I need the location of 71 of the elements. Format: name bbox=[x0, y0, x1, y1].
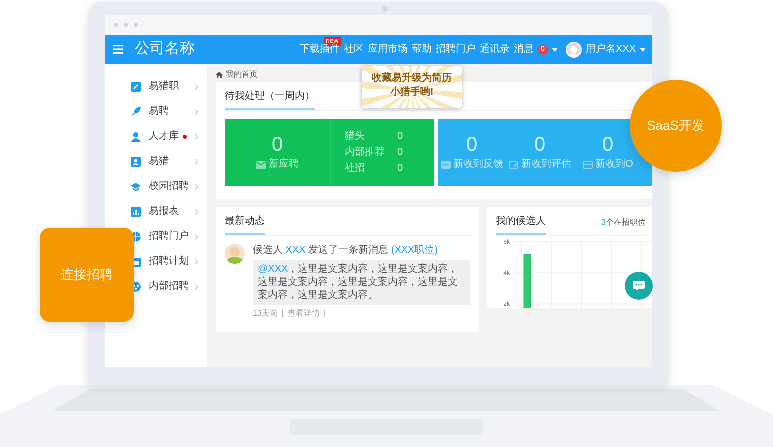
message-text: @XXX，这里是文案内容，这里是文案内容，这里是文案内容，这里是文案内容，这里是文案内容，这里是文案内容。 bbox=[253, 260, 470, 305]
avatar-icon bbox=[566, 42, 582, 58]
sidebar-item[interactable]: 易猎职 bbox=[105, 74, 207, 99]
chevron-icon bbox=[195, 84, 199, 90]
position-link[interactable]: (XXX职位) bbox=[391, 245, 438, 256]
actor-link[interactable]: XXX bbox=[286, 245, 306, 256]
graduation-cap-icon bbox=[131, 182, 141, 192]
timestamp: 13天前 bbox=[253, 308, 278, 320]
breakdown-value: 0 bbox=[397, 146, 403, 160]
chevron-icon bbox=[195, 158, 199, 164]
edit-icon bbox=[508, 160, 518, 168]
sidebar-item[interactable]: 易报表 bbox=[105, 199, 207, 224]
tooltip-text: 收藏易升级为简历 bbox=[371, 72, 453, 86]
chevron-icon bbox=[195, 184, 199, 190]
chevron-icon bbox=[195, 134, 199, 140]
username-link[interactable]: 用户名XXX bbox=[586, 42, 636, 57]
card-title: 待我处理（一周内） bbox=[225, 82, 315, 110]
breakdown-value: 0 bbox=[397, 130, 403, 144]
promo-toast: 连接招聘 bbox=[40, 228, 134, 322]
tile-label: 新收到评估 bbox=[522, 158, 572, 172]
company-name: 公司名称 bbox=[135, 39, 195, 60]
chevron-icon bbox=[195, 258, 199, 264]
home-icon bbox=[216, 72, 223, 78]
id-card-icon bbox=[131, 156, 141, 166]
nav-link-item[interactable]: 社区 bbox=[344, 42, 364, 57]
breakdown-label: 社招 bbox=[345, 162, 365, 176]
sidebar-item[interactable]: 人才库 bbox=[105, 124, 207, 149]
count-value: 0 bbox=[602, 133, 614, 157]
tile-label: 新收到反馈 bbox=[454, 158, 504, 172]
caret-icon[interactable] bbox=[640, 48, 646, 52]
card-icon bbox=[582, 160, 593, 168]
count-value: 0 bbox=[466, 133, 478, 157]
sidebar-item[interactable]: 校园招聘 bbox=[105, 174, 207, 199]
breakdown-label: 内部推荐 bbox=[345, 146, 385, 160]
tooltip-text: 小猎手哟! bbox=[389, 86, 435, 100]
activity-text: 候选人 XXX 发送了一条新消息 (XXX职位) bbox=[253, 244, 440, 257]
chart-bar bbox=[524, 254, 532, 308]
details-link[interactable]: 查看详情 bbox=[288, 308, 320, 320]
nav-link-item[interactable]: 招聘门户 bbox=[436, 42, 476, 57]
card-title: 我的候选人 bbox=[496, 207, 546, 235]
breadcrumb: 我的首页 bbox=[226, 69, 258, 81]
nav-link-item[interactable]: 通讯录 bbox=[480, 42, 510, 57]
count-value: 0 bbox=[534, 133, 546, 157]
chevron-icon bbox=[195, 208, 199, 214]
caret-icon[interactable] bbox=[552, 48, 558, 52]
open-positions-count: 3个在招职位 bbox=[602, 217, 646, 229]
user-icon bbox=[131, 132, 141, 142]
tile-label: 新应聘 bbox=[269, 158, 299, 172]
menu-button[interactable] bbox=[113, 45, 123, 54]
chevron-icon bbox=[195, 284, 199, 290]
sidebar-item[interactable]: 易猎 bbox=[105, 149, 207, 174]
separator: | bbox=[324, 308, 326, 320]
nav-link-item[interactable]: 帮助 bbox=[412, 42, 432, 57]
nav-link-item[interactable]: 应用市场 bbox=[368, 42, 408, 57]
edit-icon bbox=[131, 82, 141, 92]
chevron-icon bbox=[195, 234, 199, 240]
chat-icon bbox=[440, 160, 450, 168]
envelope-icon bbox=[256, 160, 266, 168]
breakdown-value: 0 bbox=[397, 162, 403, 176]
count-value: 0 bbox=[272, 133, 284, 157]
breakdown-label: 猎头 bbox=[345, 130, 365, 144]
card-title: 最新动态 bbox=[225, 207, 265, 235]
sidebar-item[interactable]: 易聘 bbox=[105, 99, 207, 124]
chat-icon bbox=[633, 281, 645, 291]
avatar-icon bbox=[225, 244, 245, 264]
chevron-icon bbox=[195, 108, 199, 114]
window-controls-icon bbox=[114, 23, 138, 27]
nav-link-item[interactable]: 消息 bbox=[514, 42, 534, 57]
report-icon bbox=[131, 206, 141, 216]
separator: | bbox=[282, 308, 284, 320]
mention-link[interactable]: @XXX bbox=[258, 264, 288, 275]
